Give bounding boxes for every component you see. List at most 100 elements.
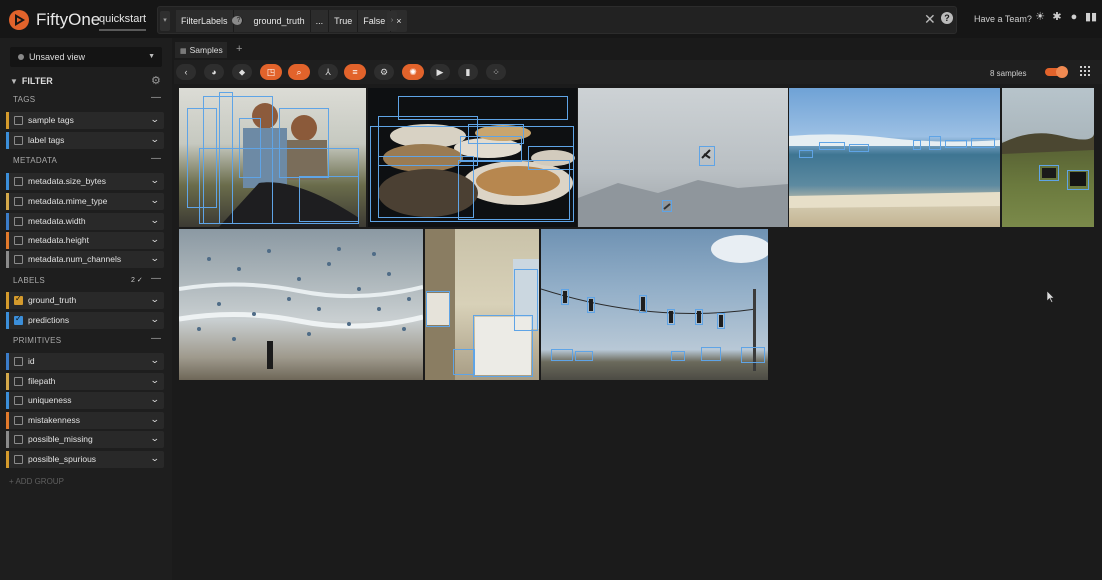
palette-icon[interactable]: ◕ <box>204 64 224 80</box>
field-row-mistakenness[interactable]: mistakenness ⌄ <box>6 412 164 429</box>
collapse-labels-icon[interactable]: — <box>151 273 161 284</box>
field-row-possible-spurious[interactable]: possible_spurious ⌄ <box>6 451 164 468</box>
field-checkbox[interactable] <box>14 357 23 366</box>
sample-tile[interactable] <box>1002 88 1094 227</box>
clear-view-icon[interactable]: ✕ <box>924 11 936 28</box>
tab-samples[interactable]: ▦ Samples <box>175 42 227 58</box>
field-checkbox[interactable] <box>14 396 23 405</box>
field-row-mime-type[interactable]: metadata.mime_type ⌄ <box>6 193 164 210</box>
chevron-down-icon[interactable]: ⌄ <box>150 294 160 305</box>
histogram-icon[interactable]: ▮ <box>458 64 478 80</box>
field-row-sample-tags[interactable]: sample tags ⌄ <box>6 112 164 129</box>
section-tags[interactable]: TAGS <box>13 95 35 104</box>
grid-size-slider[interactable] <box>1045 66 1068 78</box>
dataset-name[interactable]: quickstart <box>99 13 147 31</box>
view-bar-right-arrow-icon[interactable]: › <box>387 11 397 31</box>
field-row-possible-missing[interactable]: possible_missing ⌄ <box>6 431 164 448</box>
view-stage-filter-labels[interactable]: FilterLabels ? ground_truth ... True Fal… <box>176 10 407 32</box>
add-group-button[interactable]: + ADD GROUP <box>9 477 64 486</box>
theme-sun-icon[interactable]: ☀ <box>1034 11 1046 23</box>
stage-help-icon[interactable]: ? <box>231 16 243 25</box>
chevron-down-icon[interactable]: ⌄ <box>150 253 160 264</box>
settings-icon[interactable]: ⚙ <box>374 64 394 80</box>
view-bar[interactable]: ▾ FilterLabels ? ground_truth ... True F… <box>157 6 957 34</box>
patches-icon[interactable]: ◳ <box>260 64 282 80</box>
section-metadata[interactable]: METADATA <box>13 156 57 165</box>
field-row-predictions[interactable]: predictions ⌄ <box>6 312 164 329</box>
help-icon[interactable]: ? <box>941 12 953 24</box>
chevron-down-icon[interactable]: ⌄ <box>150 375 160 386</box>
field-checkbox[interactable] <box>14 435 23 444</box>
field-row-ground-truth[interactable]: ground_truth ⌄ <box>6 292 164 309</box>
collapse-metadata-icon[interactable]: — <box>151 153 161 164</box>
sample-tile[interactable] <box>179 88 366 227</box>
chevron-down-icon[interactable]: ⌄ <box>150 453 160 464</box>
docs-book-icon[interactable]: ▮▮ <box>1085 11 1097 23</box>
section-labels[interactable]: LABELS <box>13 276 45 285</box>
field-row-id[interactable]: id ⌄ <box>6 353 164 370</box>
field-checkbox[interactable] <box>14 217 23 226</box>
field-checkbox-checked[interactable] <box>14 314 23 325</box>
field-checkbox[interactable] <box>14 416 23 425</box>
add-panel-button[interactable]: + <box>236 43 242 55</box>
chevron-down-icon[interactable]: ⌄ <box>150 394 160 405</box>
operators-icon[interactable]: ✺ <box>402 64 424 80</box>
back-arrow-icon[interactable]: ‹ <box>176 64 196 80</box>
field-checkbox[interactable] <box>14 136 23 145</box>
stage-more[interactable]: ... <box>311 10 330 32</box>
fiftyone-logo-icon[interactable] <box>8 9 30 31</box>
split-icon[interactable]: ⅄ <box>318 64 338 80</box>
chevron-down-icon[interactable]: ⌄ <box>150 114 160 125</box>
detection-box <box>1067 170 1089 190</box>
field-row-height[interactable]: metadata.height ⌄ <box>6 232 164 249</box>
collapse-tags-icon[interactable]: — <box>151 92 161 103</box>
field-row-filepath[interactable]: filepath ⌄ <box>6 373 164 390</box>
field-checkbox-checked[interactable] <box>14 294 23 305</box>
sample-tile[interactable] <box>578 88 788 227</box>
chevron-down-icon[interactable]: ⌄ <box>150 175 160 186</box>
app-title[interactable]: FiftyOne <box>36 10 100 30</box>
stage-field[interactable]: ground_truth <box>249 10 311 32</box>
chevron-down-icon[interactable]: ⌄ <box>150 314 160 325</box>
field-checkbox[interactable] <box>14 255 23 264</box>
field-checkbox[interactable] <box>14 177 23 186</box>
section-primitives[interactable]: PRIMITIVES <box>13 336 61 345</box>
video-icon[interactable]: ▶ <box>430 64 450 80</box>
field-checkbox[interactable] <box>14 455 23 464</box>
sample-tile[interactable] <box>179 229 423 380</box>
field-row-width[interactable]: metadata.width ⌄ <box>6 213 164 230</box>
sample-tile[interactable] <box>541 229 768 380</box>
field-checkbox[interactable] <box>14 377 23 386</box>
search-icon[interactable]: ⌕ <box>288 64 310 80</box>
gear-icon[interactable]: ⚙ <box>151 74 161 87</box>
sample-tile[interactable] <box>425 229 539 380</box>
field-row-label-tags[interactable]: label tags ⌄ <box>6 132 164 149</box>
chevron-down-icon[interactable]: ⌄ <box>150 195 160 206</box>
view-bar-left-arrow-icon[interactable]: ▾ <box>160 11 170 31</box>
field-checkbox[interactable] <box>14 116 23 125</box>
list-icon[interactable]: ≡ <box>344 64 366 80</box>
chevron-down-icon[interactable]: ⌄ <box>150 234 160 245</box>
team-link[interactable]: Have a Team? <box>974 14 1032 24</box>
tag-icon[interactable]: ⬥ <box>232 64 252 80</box>
chevron-down-icon[interactable]: ⌄ <box>150 215 160 226</box>
field-checkbox[interactable] <box>14 236 23 245</box>
chevron-down-icon[interactable]: ⌄ <box>150 134 160 145</box>
field-row-num-channels[interactable]: metadata.num_channels ⌄ <box>6 251 164 268</box>
view-selector[interactable]: Unsaved view ▼ <box>10 47 162 67</box>
chevron-down-icon[interactable]: ⌄ <box>150 414 160 425</box>
collapse-primitives-icon[interactable]: — <box>151 333 161 344</box>
chevron-down-icon[interactable]: ⌄ <box>150 433 160 444</box>
sample-tile[interactable] <box>789 88 1000 227</box>
github-icon[interactable]: ● <box>1068 11 1080 23</box>
sample-tile[interactable] <box>368 88 577 227</box>
chevron-down-icon[interactable]: ⌄ <box>150 355 160 366</box>
field-row-size-bytes[interactable]: metadata.size_bytes ⌄ <box>6 173 164 190</box>
stage-true-option[interactable]: True <box>329 10 359 32</box>
field-row-uniqueness[interactable]: uniqueness ⌄ <box>6 392 164 409</box>
embeddings-icon[interactable]: ⁘ <box>486 64 506 80</box>
field-label: predictions <box>28 315 70 325</box>
slack-icon[interactable]: ✱ <box>1051 11 1063 23</box>
grid-layout-icon[interactable] <box>1080 66 1090 76</box>
field-checkbox[interactable] <box>14 197 23 206</box>
